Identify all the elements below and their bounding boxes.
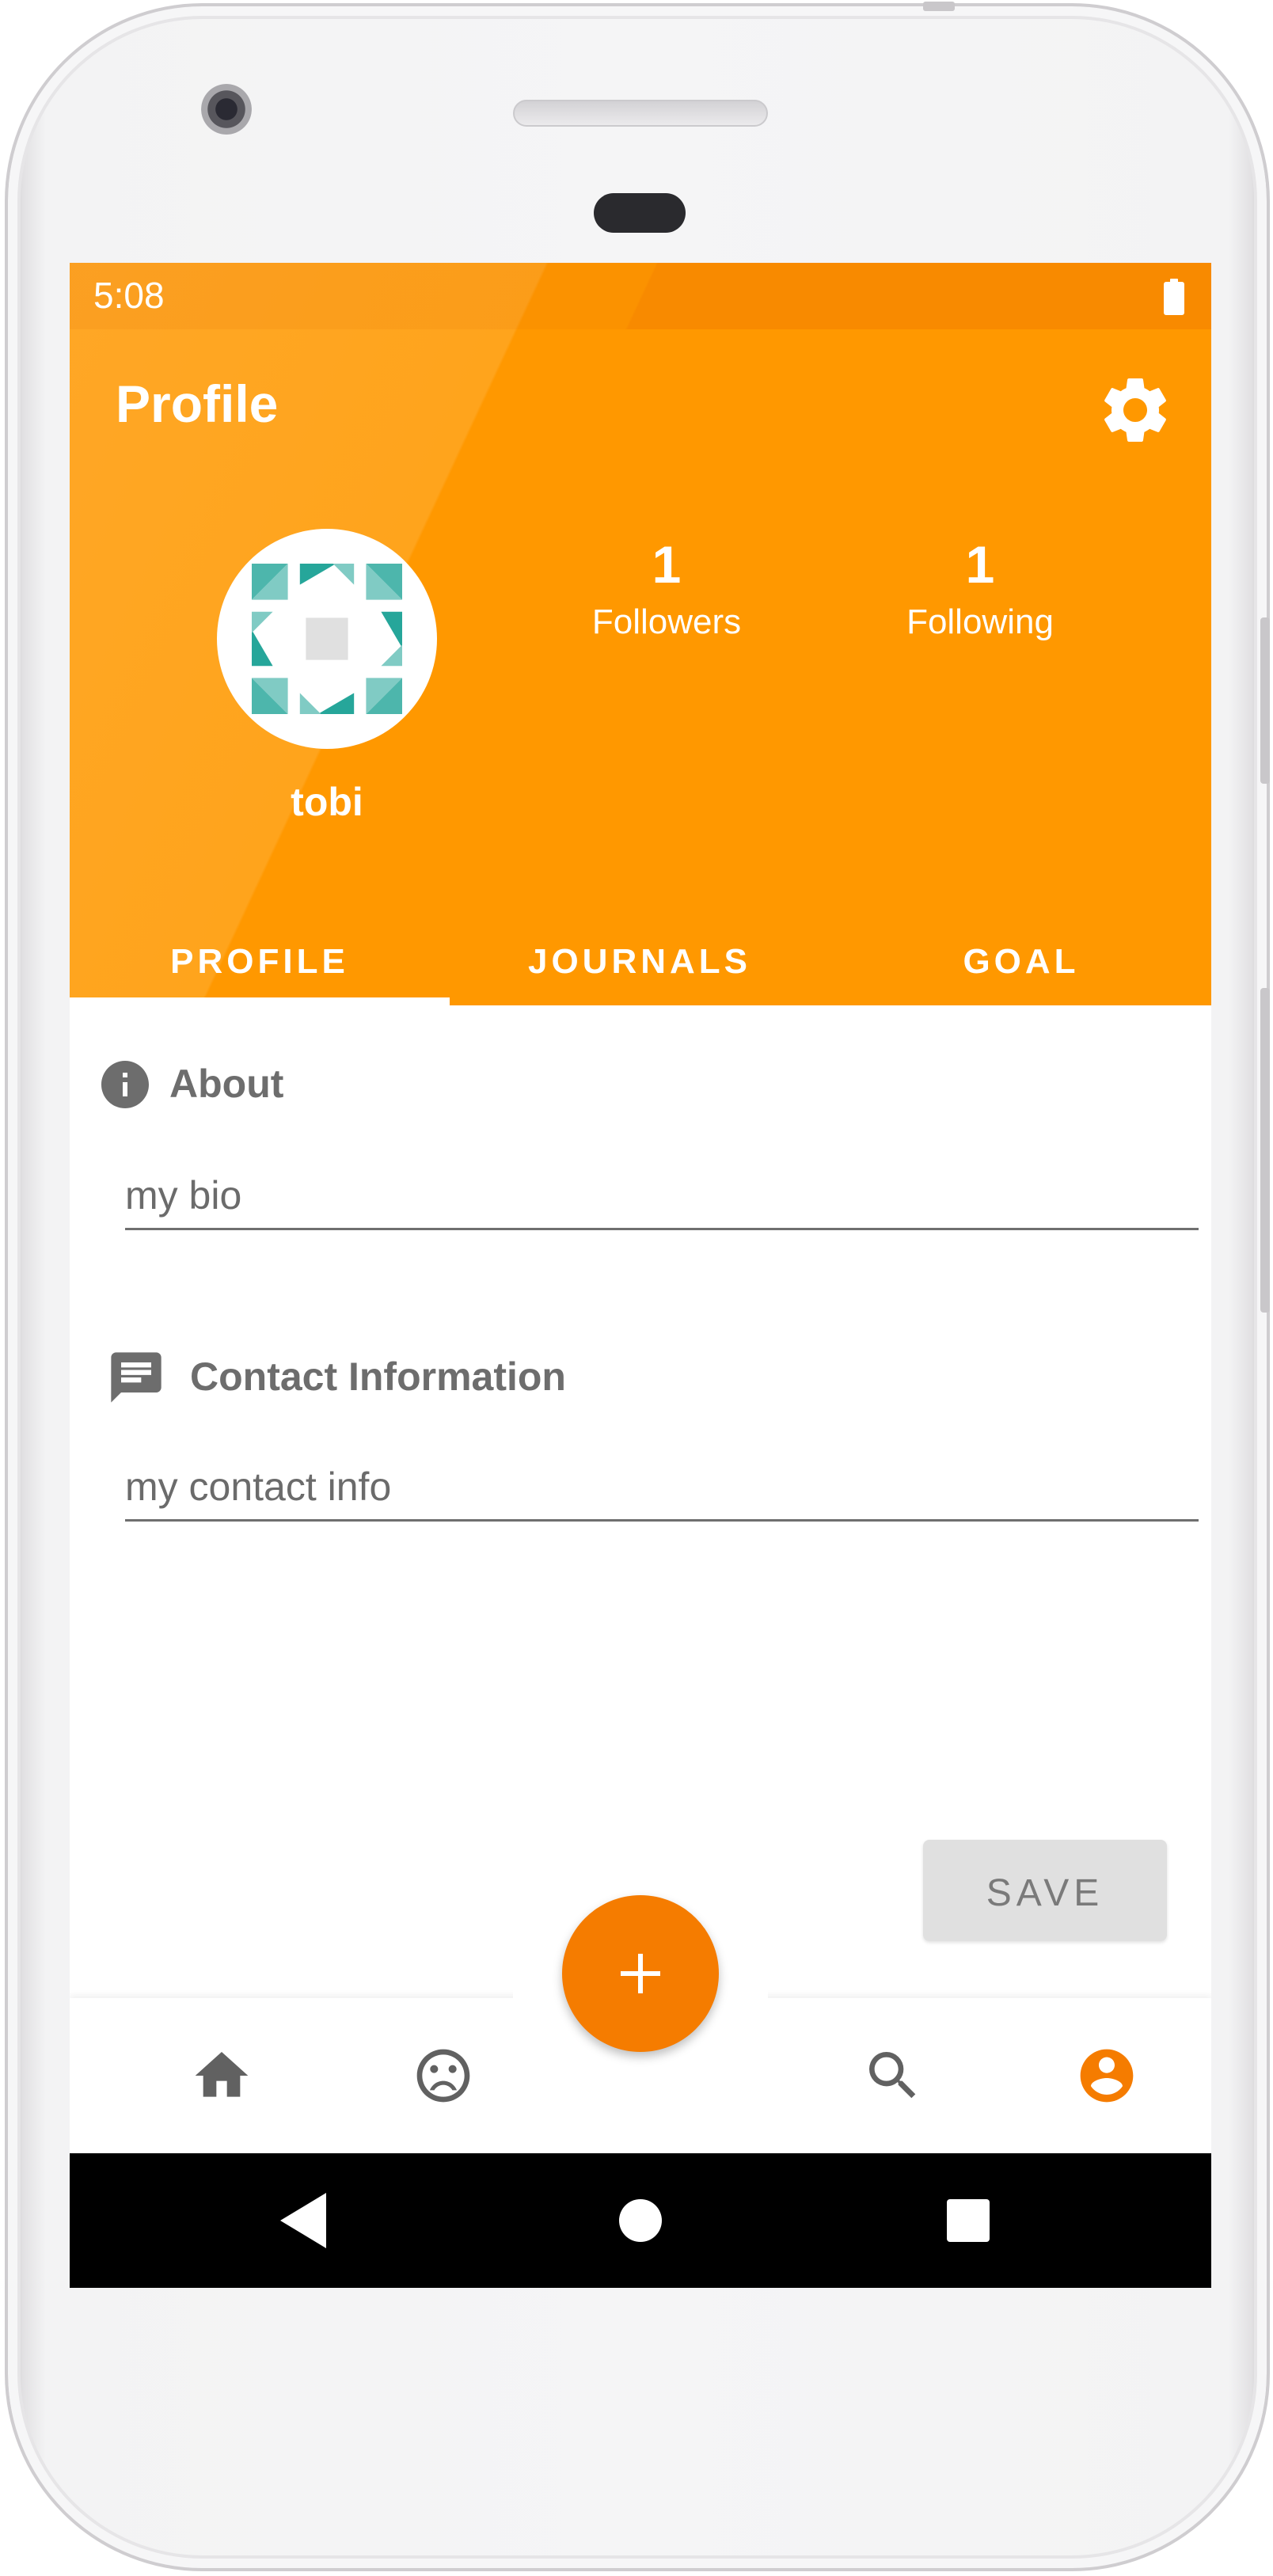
home-icon[interactable] — [190, 2044, 253, 2107]
phone-top-button — [923, 2, 955, 11]
username: tobi — [291, 780, 363, 824]
volume-button — [1260, 988, 1270, 1313]
front-camera — [201, 84, 252, 135]
info-icon — [101, 1061, 149, 1108]
search-icon[interactable] — [861, 2044, 925, 2107]
save-button[interactable]: SAVE — [923, 1840, 1167, 1941]
tab-profile[interactable]: PROFILE — [70, 912, 450, 1005]
bio-value: my bio — [125, 1173, 242, 1218]
add-icon — [621, 1954, 660, 1993]
battery-full-icon — [1164, 279, 1184, 315]
tab-journals[interactable]: JOURNALS — [450, 912, 830, 1005]
earpiece-speaker — [513, 100, 768, 127]
contact-info-value: my contact info — [125, 1465, 392, 1509]
following-count: 1 — [965, 535, 995, 594]
account-icon[interactable] — [1075, 2044, 1138, 2107]
contact-title: Contact Information — [190, 1354, 566, 1399]
tab-goal[interactable]: GOAL — [831, 912, 1211, 1005]
gear-icon[interactable] — [1096, 370, 1175, 450]
app-screen: 5:08 Profile tobi 1 Followers 1 Followin… — [70, 263, 1211, 2288]
status-time: 5:08 — [93, 275, 165, 316]
add-button[interactable] — [562, 1895, 719, 2052]
back-icon[interactable] — [280, 2193, 328, 2248]
power-button — [1260, 617, 1270, 784]
contact-info-field[interactable]: my contact info — [125, 1446, 1199, 1522]
identicon-avatar-image — [252, 564, 402, 714]
bio-field[interactable]: my bio — [125, 1154, 1199, 1230]
proximity-sensor — [594, 193, 686, 233]
profile-header: 5:08 Profile tobi 1 Followers 1 Followin… — [70, 263, 1211, 1005]
status-bar: 5:08 — [70, 263, 1211, 329]
followers-count: 1 — [652, 535, 682, 594]
system-navigation-bar — [70, 2153, 1211, 2288]
profile-tabs: PROFILE JOURNALS GOAL — [70, 912, 1211, 1005]
followers-stat[interactable]: 1 Followers — [540, 538, 793, 640]
following-label: Following — [906, 602, 1054, 641]
phone-frame: 5:08 Profile tobi 1 Followers 1 Followin… — [5, 2, 1270, 2571]
followers-label: Followers — [591, 602, 742, 641]
recents-square-icon[interactable] — [947, 2199, 990, 2242]
sad-face-icon[interactable] — [412, 2044, 475, 2107]
about-title: About — [169, 1062, 284, 1106]
tab-indicator — [70, 997, 450, 1005]
page-title: Profile — [116, 374, 279, 433]
home-circle-icon[interactable] — [619, 2199, 662, 2242]
message-icon — [111, 1352, 162, 1403]
following-stat[interactable]: 1 Following — [853, 538, 1107, 640]
avatar[interactable] — [217, 529, 437, 749]
